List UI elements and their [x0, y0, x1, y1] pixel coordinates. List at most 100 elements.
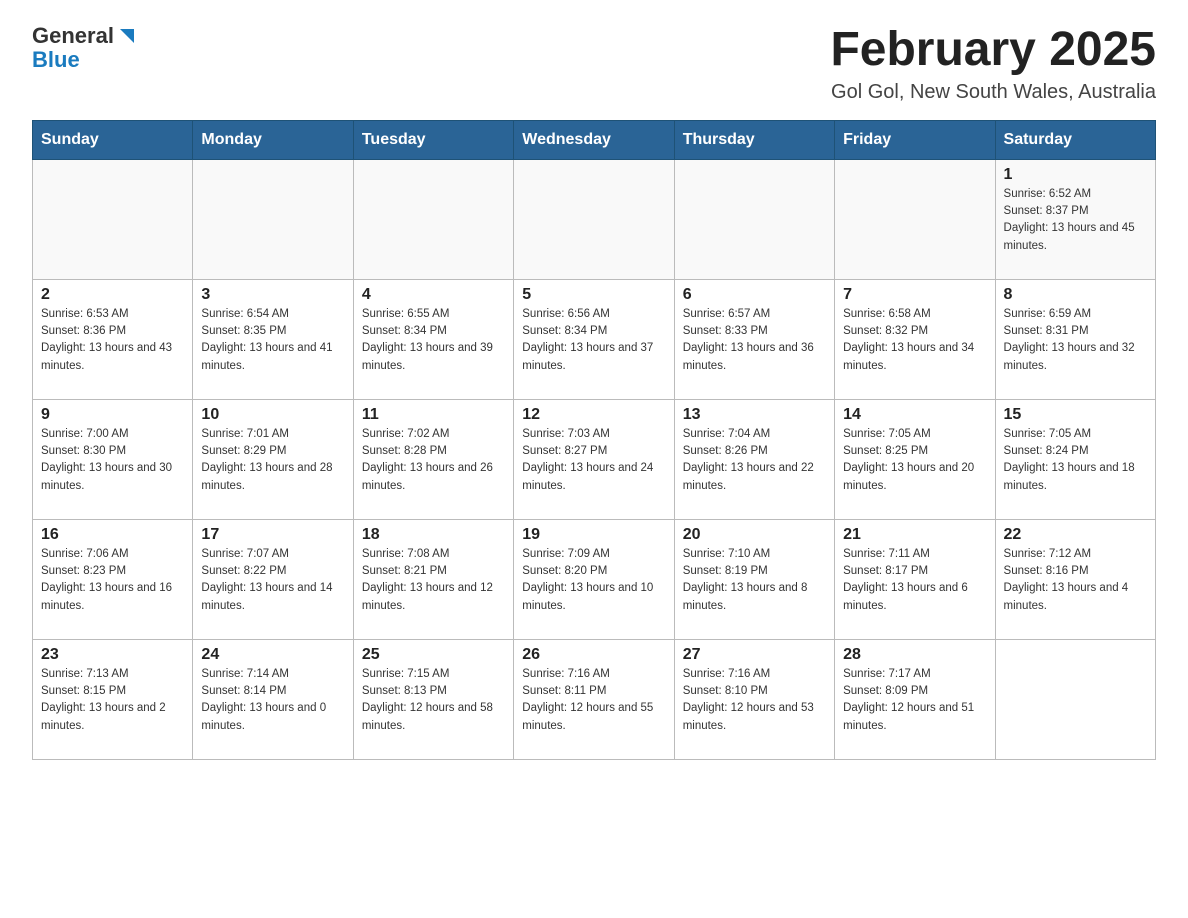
day-number: 14 — [843, 406, 986, 424]
day-info: Sunrise: 6:53 AMSunset: 8:36 PMDaylight:… — [41, 306, 184, 375]
day-header-sunday: Sunday — [33, 120, 193, 159]
calendar-cell: 14 Sunrise: 7:05 AMSunset: 8:25 PMDayligh… — [835, 399, 995, 519]
calendar-cell: 11Sunrise: 7:02 AMSunset: 8:28 PMDayligh… — [353, 399, 513, 519]
calendar-week-row: 16 Sunrise: 7:06 AMSunset: 8:23 PMDayligh… — [33, 519, 1156, 639]
day-info: Sunrise: 6:57 AMSunset: 8:33 PMDaylight:… — [683, 306, 826, 375]
day-info: Sunrise: 6:54 AMSunset: 8:35 PMDaylight:… — [201, 306, 344, 375]
day-info: Sunrise: 7:05 AMSunset: 8:25 PMDaylight:… — [843, 426, 986, 495]
day-info: Sunrise: 7:06 AMSunset: 8:23 PMDaylight:… — [41, 546, 184, 615]
day-info: Sunrise: 7:03 AMSunset: 8:27 PMDaylight:… — [522, 426, 665, 495]
calendar-cell — [674, 159, 834, 279]
calendar-cell: 19 Sunrise: 7:09 AMSunset: 8:20 PMDayligh… — [514, 519, 674, 639]
title-area: February 2025 Gol Gol, New South Wales, … — [830, 24, 1156, 104]
day-info: Sunrise: 7:13 AMSunset: 8:15 PMDaylight:… — [41, 666, 184, 735]
day-number: 3 — [201, 286, 344, 304]
day-info: Sunrise: 7:05 AMSunset: 8:24 PMDaylight:… — [1004, 426, 1147, 495]
day-header-tuesday: Tuesday — [353, 120, 513, 159]
day-info: Sunrise: 7:07 AMSunset: 8:22 PMDaylight:… — [201, 546, 344, 615]
day-info: Sunrise: 7:04 AMSunset: 8:26 PMDaylight:… — [683, 426, 826, 495]
calendar-cell: 9 Sunrise: 7:00 AMSunset: 8:30 PMDaylight… — [33, 399, 193, 519]
day-number: 8 — [1004, 286, 1147, 304]
calendar-cell: 24 Sunrise: 7:14 AMSunset: 8:14 PMDayligh… — [193, 639, 353, 759]
calendar-cell: 26Sunrise: 7:16 AMSunset: 8:11 PMDayligh… — [514, 639, 674, 759]
day-info: Sunrise: 7:00 AMSunset: 8:30 PMDaylight:… — [41, 426, 184, 495]
calendar-cell — [193, 159, 353, 279]
calendar-cell: 23 Sunrise: 7:13 AMSunset: 8:15 PMDayligh… — [33, 639, 193, 759]
day-number: 7 — [843, 286, 986, 304]
calendar-cell — [514, 159, 674, 279]
day-info: Sunrise: 7:14 AMSunset: 8:14 PMDaylight:… — [201, 666, 344, 735]
day-info: Sunrise: 7:16 AMSunset: 8:10 PMDaylight:… — [683, 666, 826, 735]
calendar-cell: 25 Sunrise: 7:15 AMSunset: 8:13 PMDayligh… — [353, 639, 513, 759]
calendar-week-row: 23 Sunrise: 7:13 AMSunset: 8:15 PMDayligh… — [33, 639, 1156, 759]
calendar-cell: 12 Sunrise: 7:03 AMSunset: 8:27 PMDayligh… — [514, 399, 674, 519]
day-number: 25 — [362, 646, 505, 664]
day-header-saturday: Saturday — [995, 120, 1155, 159]
logo-blue-text: Blue — [32, 47, 80, 72]
calendar-cell: 21 Sunrise: 7:11 AMSunset: 8:17 PMDayligh… — [835, 519, 995, 639]
day-header-thursday: Thursday — [674, 120, 834, 159]
day-info: Sunrise: 7:01 AMSunset: 8:29 PMDaylight:… — [201, 426, 344, 495]
calendar-week-row: 2 Sunrise: 6:53 AMSunset: 8:36 PMDaylight… — [33, 279, 1156, 399]
day-number: 10 — [201, 406, 344, 424]
day-number: 18 — [362, 526, 505, 544]
day-number: 21 — [843, 526, 986, 544]
calendar-cell: 8 Sunrise: 6:59 AMSunset: 8:31 PMDaylight… — [995, 279, 1155, 399]
calendar-cell: 5 Sunrise: 6:56 AMSunset: 8:34 PMDaylight… — [514, 279, 674, 399]
day-info: Sunrise: 7:11 AMSunset: 8:17 PMDaylight:… — [843, 546, 986, 615]
logo: General Blue — [32, 24, 138, 72]
day-info: Sunrise: 7:15 AMSunset: 8:13 PMDaylight:… — [362, 666, 505, 735]
day-number: 28 — [843, 646, 986, 664]
day-header-monday: Monday — [193, 120, 353, 159]
day-number: 27 — [683, 646, 826, 664]
calendar-week-row: 9 Sunrise: 7:00 AMSunset: 8:30 PMDaylight… — [33, 399, 1156, 519]
calendar-cell — [995, 639, 1155, 759]
calendar-cell: 27 Sunrise: 7:16 AMSunset: 8:10 PMDayligh… — [674, 639, 834, 759]
calendar-cell: 22 Sunrise: 7:12 AMSunset: 8:16 PMDayligh… — [995, 519, 1155, 639]
day-info: Sunrise: 6:52 AMSunset: 8:37 PMDaylight:… — [1004, 186, 1147, 255]
day-number: 9 — [41, 406, 184, 424]
calendar-cell: 18 Sunrise: 7:08 AMSunset: 8:21 PMDayligh… — [353, 519, 513, 639]
calendar-cell: 28 Sunrise: 7:17 AMSunset: 8:09 PMDayligh… — [835, 639, 995, 759]
logo-general-text: General — [32, 24, 114, 48]
day-number: 5 — [522, 286, 665, 304]
calendar-cell: 20 Sunrise: 7:10 AMSunset: 8:19 PMDayligh… — [674, 519, 834, 639]
day-info: Sunrise: 7:10 AMSunset: 8:19 PMDaylight:… — [683, 546, 826, 615]
day-number: 4 — [362, 286, 505, 304]
day-number: 20 — [683, 526, 826, 544]
day-info: Sunrise: 6:59 AMSunset: 8:31 PMDaylight:… — [1004, 306, 1147, 375]
day-number: 22 — [1004, 526, 1147, 544]
calendar-cell: 2 Sunrise: 6:53 AMSunset: 8:36 PMDaylight… — [33, 279, 193, 399]
calendar-week-row: 1 Sunrise: 6:52 AMSunset: 8:37 PMDaylight… — [33, 159, 1156, 279]
day-number: 17 — [201, 526, 344, 544]
day-number: 12 — [522, 406, 665, 424]
day-number: 2 — [41, 286, 184, 304]
calendar-table: SundayMondayTuesdayWednesdayThursdayFrid… — [32, 120, 1156, 760]
logo-triangle-icon — [116, 25, 138, 47]
day-number: 24 — [201, 646, 344, 664]
day-number: 6 — [683, 286, 826, 304]
day-number: 15 — [1004, 406, 1147, 424]
day-info: Sunrise: 6:55 AMSunset: 8:34 PMDaylight:… — [362, 306, 505, 375]
day-number: 23 — [41, 646, 184, 664]
day-number: 16 — [41, 526, 184, 544]
calendar-cell: 6 Sunrise: 6:57 AMSunset: 8:33 PMDaylight… — [674, 279, 834, 399]
calendar-cell — [353, 159, 513, 279]
calendar-cell — [33, 159, 193, 279]
calendar-cell: 16 Sunrise: 7:06 AMSunset: 8:23 PMDayligh… — [33, 519, 193, 639]
day-info: Sunrise: 7:17 AMSunset: 8:09 PMDaylight:… — [843, 666, 986, 735]
day-number: 19 — [522, 526, 665, 544]
day-info: Sunrise: 7:12 AMSunset: 8:16 PMDaylight:… — [1004, 546, 1147, 615]
day-number: 26 — [522, 646, 665, 664]
calendar-cell: 15 Sunrise: 7:05 AMSunset: 8:24 PMDayligh… — [995, 399, 1155, 519]
day-info: Sunrise: 7:09 AMSunset: 8:20 PMDaylight:… — [522, 546, 665, 615]
page-subtitle: Gol Gol, New South Wales, Australia — [830, 81, 1156, 104]
day-info: Sunrise: 6:56 AMSunset: 8:34 PMDaylight:… — [522, 306, 665, 375]
calendar-cell: 1 Sunrise: 6:52 AMSunset: 8:37 PMDaylight… — [995, 159, 1155, 279]
day-info: Sunrise: 7:08 AMSunset: 8:21 PMDaylight:… — [362, 546, 505, 615]
calendar-header-row: SundayMondayTuesdayWednesdayThursdayFrid… — [33, 120, 1156, 159]
calendar-cell: 10 Sunrise: 7:01 AMSunset: 8:29 PMDayligh… — [193, 399, 353, 519]
day-header-friday: Friday — [835, 120, 995, 159]
calendar-cell: 4 Sunrise: 6:55 AMSunset: 8:34 PMDaylight… — [353, 279, 513, 399]
day-number: 1 — [1004, 166, 1147, 184]
